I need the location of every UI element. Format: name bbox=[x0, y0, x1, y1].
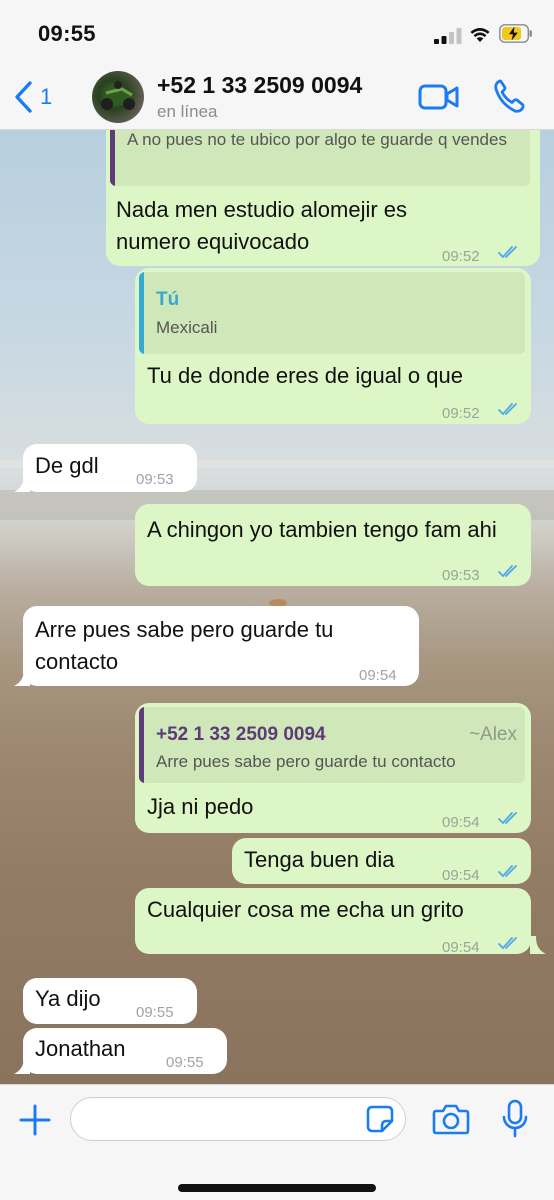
quote-bar bbox=[139, 707, 144, 783]
message-time: 09:55 bbox=[166, 1054, 204, 1071]
message-text: Arre pues sabe pero guarde tu contacto bbox=[35, 617, 334, 674]
chat-header: 1 +52 1 33 2509 0094 en línea bbox=[0, 66, 554, 130]
message-input[interactable] bbox=[70, 1097, 406, 1141]
message-bubble-incoming[interactable]: Jonathan 09:55 bbox=[23, 1028, 227, 1074]
composer-bar bbox=[0, 1084, 554, 1200]
home-indicator[interactable] bbox=[178, 1184, 376, 1192]
camera-icon[interactable] bbox=[432, 1103, 470, 1135]
quoted-author: +52 1 33 2509 0094 bbox=[156, 724, 326, 745]
message-text: Jja ni pedo bbox=[147, 794, 254, 819]
avatar-image bbox=[101, 81, 135, 110]
status-bar: 09:55 bbox=[0, 0, 554, 66]
quoted-message[interactable]: A no pues no te ubico por algo te guarde… bbox=[110, 130, 530, 186]
read-receipt-icon bbox=[498, 246, 517, 259]
message-text: Ya dijo bbox=[35, 986, 101, 1011]
message-time: 09:54 bbox=[442, 814, 480, 831]
message-bubble-outgoing[interactable]: Cualquier cosa me echa un grito 09:54 bbox=[135, 888, 531, 956]
quoted-author-alias: ~Alex bbox=[468, 724, 517, 745]
message-time: 09:54 bbox=[359, 667, 397, 684]
unread-count: 1 bbox=[40, 84, 53, 109]
phone-icon[interactable] bbox=[492, 78, 526, 114]
message-bubble-outgoing[interactable]: A chingon yo tambien tengo fam ahi 09:53 bbox=[135, 504, 531, 586]
message-time: 09:55 bbox=[136, 1004, 174, 1021]
message-bubble-incoming[interactable]: Ya dijo 09:55 bbox=[23, 978, 197, 1024]
avatar[interactable] bbox=[92, 71, 144, 123]
message-text: Tenga buen dia bbox=[244, 847, 395, 872]
read-receipt-icon bbox=[498, 937, 517, 950]
message-bubble-outgoing[interactable]: Tú Mexicali Tu de donde eres de igual o … bbox=[135, 268, 531, 424]
quoted-message[interactable]: Tú Mexicali bbox=[139, 272, 525, 354]
message-bubble-incoming[interactable]: De gdl 09:53 bbox=[23, 444, 197, 492]
quoted-author: Tú bbox=[156, 289, 180, 310]
message-time: 09:54 bbox=[442, 939, 480, 956]
message-text: Cualquier cosa me echa un grito bbox=[147, 897, 464, 922]
quote-bar bbox=[139, 272, 144, 354]
read-receipt-icon bbox=[498, 403, 517, 416]
message-text: Nada men estudio alomejir es numero equi… bbox=[116, 197, 408, 254]
bubble-tail bbox=[14, 1056, 30, 1074]
quoted-text: Mexicali bbox=[156, 318, 218, 337]
plus-icon[interactable] bbox=[18, 1103, 52, 1137]
back-chevron-icon bbox=[15, 81, 32, 113]
contact-status: en línea bbox=[157, 102, 218, 121]
message-list[interactable]: A no pues no te ubico por algo te guarde… bbox=[0, 130, 554, 1084]
battery-charging-icon bbox=[499, 24, 532, 43]
contact-name[interactable]: +52 1 33 2509 0094 bbox=[157, 72, 362, 99]
message-time: 09:52 bbox=[442, 405, 480, 422]
sticker-icon[interactable] bbox=[366, 1105, 394, 1133]
bubble-tail bbox=[530, 936, 546, 954]
wifi-icon bbox=[470, 28, 490, 42]
quoted-text: Arre pues sabe pero guarde tu contacto bbox=[156, 752, 456, 771]
read-receipt-icon bbox=[498, 865, 517, 878]
message-text: A chingon yo tambien tengo fam ahi bbox=[147, 517, 497, 542]
message-text: De gdl bbox=[35, 453, 99, 478]
quoted-message[interactable]: +52 1 33 2509 0094 ~Alex Arre pues sabe … bbox=[139, 707, 525, 783]
message-bubble-outgoing[interactable]: Tenga buen dia 09:54 bbox=[232, 838, 531, 884]
read-receipt-icon bbox=[498, 565, 517, 578]
quoted-text: A no pues no te ubico por algo te guarde… bbox=[127, 130, 507, 149]
message-bubble-outgoing[interactable]: +52 1 33 2509 0094 ~Alex Arre pues sabe … bbox=[135, 703, 531, 833]
message-time: 09:53 bbox=[136, 471, 174, 488]
cellular-signal-icon bbox=[434, 28, 462, 44]
back-button[interactable]: 1 bbox=[12, 80, 62, 114]
message-text: Jonathan bbox=[35, 1036, 126, 1061]
message-bubble-incoming[interactable]: Arre pues sabe pero guarde tu contacto 0… bbox=[23, 606, 419, 686]
bubble-tail bbox=[14, 668, 30, 686]
bubble-tail bbox=[14, 474, 30, 492]
video-call-icon[interactable] bbox=[418, 80, 460, 114]
message-text: Tu de donde eres de igual o que bbox=[147, 363, 463, 388]
quote-bar bbox=[110, 130, 115, 186]
microphone-icon[interactable] bbox=[502, 1099, 528, 1139]
status-time: 09:55 bbox=[38, 21, 96, 46]
read-receipt-icon bbox=[498, 812, 517, 825]
message-time: 09:53 bbox=[442, 567, 480, 584]
message-bubble-outgoing[interactable]: A no pues no te ubico por algo te guarde… bbox=[106, 130, 540, 266]
